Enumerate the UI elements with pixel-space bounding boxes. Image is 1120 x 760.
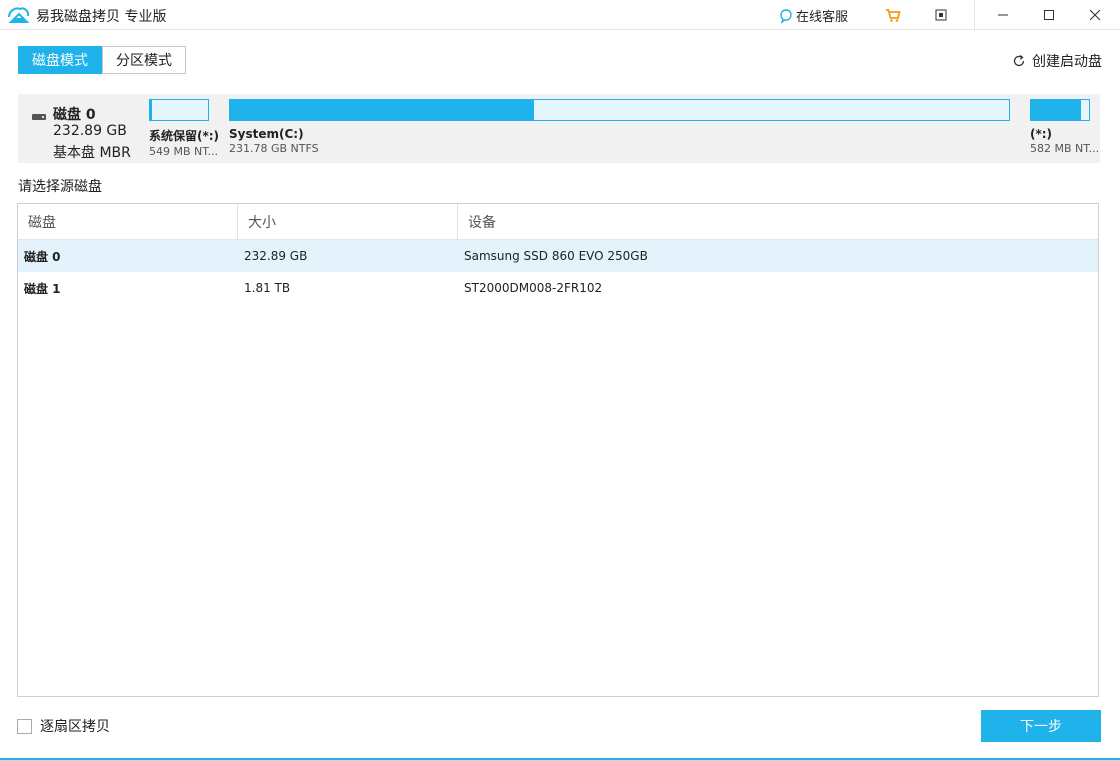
next-button[interactable]: 下一步: [981, 710, 1101, 742]
titlebar-divider: [974, 0, 975, 30]
cell-device: Samsung SSD 860 EVO 250GB: [464, 249, 648, 263]
column-header-disk[interactable]: 磁盘: [18, 204, 238, 240]
select-source-prompt: 请选择源磁盘: [18, 179, 102, 195]
sector-copy-label: 逐扇区拷贝: [40, 719, 110, 735]
partition-usage-fill: [1031, 100, 1081, 120]
title-bar: 易我磁盘拷贝 专业版 在线客服: [0, 0, 1120, 30]
partition-usage-fill: [150, 100, 152, 120]
restore-window-button[interactable]: [918, 0, 964, 30]
partition-detail: 231.78 GB NTFS: [229, 142, 319, 155]
maximize-icon: [1044, 10, 1054, 20]
partition-recovery[interactable]: (*:) 582 MB NT...: [1030, 99, 1100, 155]
sector-copy-option[interactable]: 逐扇区拷贝: [17, 716, 110, 736]
partition-usage-bar: [1030, 99, 1090, 121]
tab-partition-mode[interactable]: 分区模式: [102, 46, 186, 74]
table-row[interactable]: 磁盘 0 232.89 GB Samsung SSD 860 EVO 250GB: [18, 240, 1098, 272]
partition-detail: 582 MB NT...: [1030, 142, 1100, 155]
maximize-button[interactable]: [1026, 0, 1072, 30]
mode-tabs: 磁盘模式 分区模式: [18, 46, 186, 74]
chat-bubble-icon: [780, 8, 792, 24]
cell-size: 232.89 GB: [244, 249, 308, 263]
disk-map-panel[interactable]: 磁盘 0 232.89 GB 基本盘 MBR 系统保留(*:) 549 MB N…: [18, 94, 1100, 163]
partition-usage-bar: [149, 99, 209, 121]
cell-disk: 磁盘 0: [24, 249, 61, 264]
refresh-icon: [1013, 54, 1025, 67]
disk-table: 磁盘 大小 设备 磁盘 0 232.89 GB Samsung SSD 860 …: [17, 203, 1099, 697]
support-label: 在线客服: [796, 10, 849, 25]
restore-icon: [935, 9, 947, 21]
partition-usage-bar: [229, 99, 1010, 121]
disk-type: 基本盘 MBR: [53, 145, 131, 161]
cell-size: 1.81 TB: [244, 281, 291, 295]
app-logo-icon: [8, 7, 30, 23]
partition-label: (*:): [1030, 127, 1053, 141]
create-boot-disk-button[interactable]: 创建启动盘: [1012, 51, 1102, 71]
create-boot-disk-label: 创建启动盘: [1032, 54, 1102, 70]
minimize-button[interactable]: [980, 0, 1026, 30]
cart-icon[interactable]: [884, 6, 902, 24]
partition-label: System(C:): [229, 127, 304, 141]
tab-disk-mode[interactable]: 磁盘模式: [18, 46, 102, 74]
sector-copy-checkbox[interactable]: [17, 718, 32, 734]
cell-disk: 磁盘 1: [24, 281, 61, 296]
partition-label: 系统保留(*:): [149, 129, 220, 143]
partition-system-c[interactable]: System(C:) 231.78 GB NTFS: [229, 99, 1010, 155]
column-header-device[interactable]: 设备: [458, 204, 1098, 240]
disk-size: 232.89 GB: [53, 123, 127, 139]
column-header-size[interactable]: 大小: [238, 204, 458, 240]
hard-drive-icon: [32, 114, 46, 120]
table-row[interactable]: 磁盘 1 1.81 TB ST2000DM008-2FR102: [18, 272, 1098, 304]
online-support-button[interactable]: 在线客服: [778, 6, 848, 25]
window-title: 易我磁盘拷贝 专业版: [36, 9, 167, 25]
close-button[interactable]: [1072, 0, 1118, 30]
partition-usage-fill: [230, 100, 534, 120]
partition-detail: 549 MB NT...: [149, 145, 219, 158]
table-header: 磁盘 大小 设备: [18, 204, 1098, 240]
cell-device: ST2000DM008-2FR102: [464, 281, 603, 295]
partition-system-reserved[interactable]: 系统保留(*:) 549 MB NT...: [149, 99, 220, 158]
disk-name: 磁盘 0: [53, 107, 96, 123]
close-icon: [1089, 9, 1101, 21]
minimize-icon: [998, 14, 1008, 16]
